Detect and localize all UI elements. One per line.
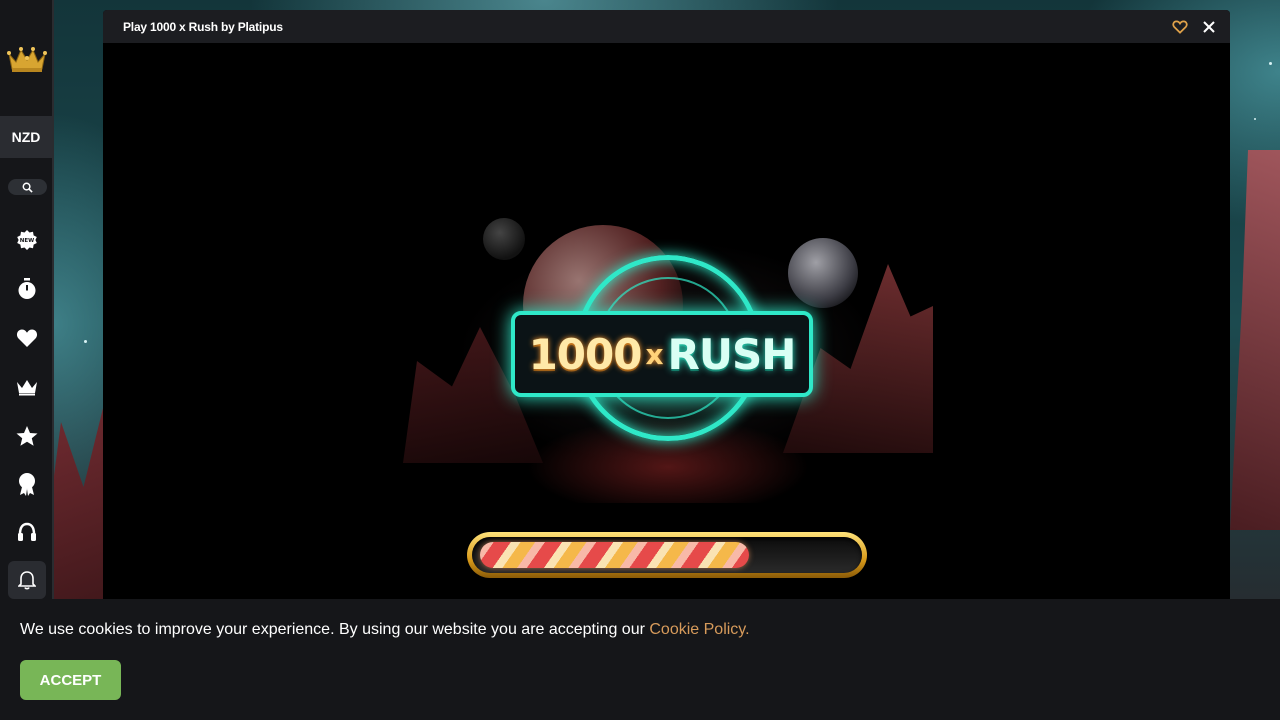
game-window: Play 1000 x Rush by Platipus 1000 x RUSH [103, 10, 1230, 610]
nav-new-games[interactable]: NEW [14, 227, 40, 253]
nav-promotions[interactable] [14, 471, 40, 497]
stopwatch-icon [18, 278, 36, 299]
headset-icon [18, 522, 36, 541]
background-star [84, 340, 87, 343]
nav-support[interactable] [14, 520, 40, 546]
planet-dark [483, 218, 525, 260]
notifications-button[interactable] [8, 561, 46, 599]
game-logo-x: x [645, 337, 664, 371]
svg-text:NEW: NEW [20, 238, 34, 244]
cookie-message-text: We use cookies to improve your experienc… [20, 621, 650, 638]
crown-icon [17, 380, 37, 396]
background-star [1269, 62, 1272, 65]
game-logo-word: RUSH [667, 329, 797, 379]
background-star [1254, 118, 1256, 120]
nav-favorites[interactable] [14, 325, 40, 351]
loading-progress-fill [480, 542, 749, 568]
game-title: Play 1000 x Rush by Platipus [123, 19, 283, 34]
planet-grey [788, 238, 858, 308]
close-icon [1203, 21, 1215, 33]
game-splash-art: 1000 x RUSH [403, 203, 933, 503]
bell-icon [18, 571, 36, 590]
crown-logo-icon[interactable] [6, 44, 48, 74]
game-logo: 1000 x RUSH [511, 311, 813, 397]
currency-selector[interactable]: NZD [0, 116, 52, 158]
loading-progress-track [472, 537, 862, 573]
loading-progress-bar [467, 532, 867, 578]
award-ribbon-icon [19, 473, 35, 496]
accept-cookies-button[interactable]: ACCEPT [20, 660, 121, 700]
background-rock-right [1230, 150, 1280, 530]
new-badge-icon: NEW [17, 230, 37, 250]
heart-icon [16, 329, 38, 347]
close-button[interactable] [1200, 18, 1218, 36]
nav-vip[interactable] [14, 374, 40, 400]
star-icon [16, 426, 38, 446]
game-logo-number: 1000 [528, 329, 643, 379]
search-icon [22, 182, 33, 193]
nav-recent[interactable] [14, 276, 40, 302]
cookie-policy-link[interactable]: Cookie Policy. [649, 621, 749, 638]
favorite-button[interactable] [1171, 18, 1189, 36]
cookie-banner: We use cookies to improve your experienc… [0, 599, 1280, 720]
heart-outline-icon [1172, 20, 1188, 34]
game-header: Play 1000 x Rush by Platipus [103, 10, 1230, 43]
cookie-message: We use cookies to improve your experienc… [20, 621, 750, 639]
search-button[interactable] [8, 179, 47, 195]
nav-top-games[interactable] [14, 423, 40, 449]
